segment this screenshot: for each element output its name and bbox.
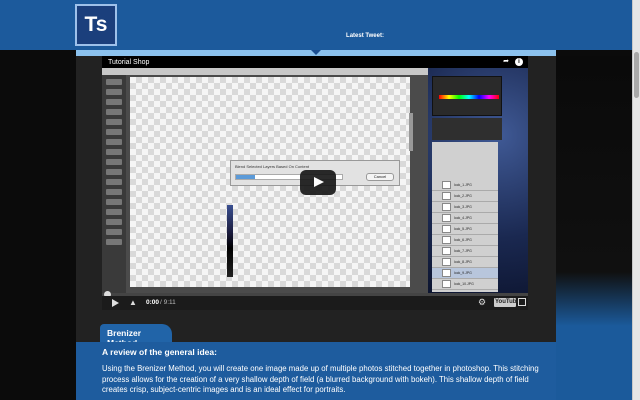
play-icon[interactable] — [300, 170, 336, 195]
page-scrollbar-thumb[interactable] — [634, 52, 639, 98]
color-spectrum — [439, 95, 499, 99]
layer-row: lock_10.JPG — [432, 279, 498, 290]
layer-row: lock_1.JPG — [432, 180, 498, 191]
layer-thumbnail — [442, 247, 451, 255]
latest-tweet-label: Latest Tweet: — [346, 33, 384, 39]
layer-thumbnail — [442, 280, 451, 288]
tool-icon — [106, 109, 122, 115]
image-strip — [227, 205, 233, 277]
layer-row: lock_8.JPG — [432, 257, 498, 268]
fullscreen-icon[interactable] — [518, 298, 526, 306]
layer-row: lock_9.JPG — [432, 268, 498, 279]
layer-name: lock_4.JPG — [454, 216, 472, 220]
video-player[interactable]: Tutorial Shop ➦ i Blend Selected Layers … — [102, 56, 528, 310]
layer-row: lock_5.JPG — [432, 224, 498, 235]
current-time: 0:00 — [146, 299, 160, 306]
layer-row: lock_2.JPG — [432, 191, 498, 202]
tool-icon — [106, 189, 122, 195]
layer-name: lock_6.JPG — [454, 238, 472, 242]
layer-row: lock_6.JPG — [432, 235, 498, 246]
tool-icon — [106, 219, 122, 225]
total-time: / 9:11 — [160, 299, 176, 306]
youtube-logo[interactable]: YouTube — [494, 298, 520, 307]
tool-icon — [106, 159, 122, 165]
layer-name: lock_9.JPG — [454, 271, 472, 275]
tool-icon — [106, 229, 122, 235]
tool-icon — [106, 179, 122, 185]
layer-thumbnail — [442, 225, 451, 233]
article-body: Using the Brenizer Method, you will crea… — [102, 364, 539, 394]
layer-thumbnail — [442, 269, 451, 277]
page-background-right-dark — [556, 56, 640, 326]
tool-icon — [106, 89, 122, 95]
tool-icon — [106, 119, 122, 125]
section-tab-brenizer: Brenizer Method — [100, 324, 172, 348]
tool-icon — [106, 239, 122, 245]
layer-row: lock_4.JPG — [432, 213, 498, 224]
tool-icon — [106, 169, 122, 175]
canvas-scrollbar — [409, 113, 413, 151]
layer-name: lock_5.JPG — [454, 227, 472, 231]
layer-thumbnail — [442, 203, 451, 211]
layer-thumbnail — [442, 192, 451, 200]
layer-name: lock_8.JPG — [454, 260, 472, 264]
dialog-progress-fill — [236, 175, 256, 179]
tool-icon — [106, 79, 122, 85]
play-icon[interactable] — [112, 299, 119, 307]
layers-panel: lock_1.JPG lock_2.JPG lock_3.JPG lock_4.JPG… — [432, 142, 498, 292]
gear-icon[interactable]: ⚙ — [478, 297, 486, 308]
video-title[interactable]: Tutorial Shop — [108, 59, 149, 66]
tool-icon — [106, 149, 122, 155]
layer-thumbnail — [442, 181, 451, 189]
tool-icon — [106, 199, 122, 205]
tweet-pointer-icon — [311, 50, 321, 55]
tool-icon — [106, 129, 122, 135]
tool-icon — [106, 99, 122, 105]
tool-icon — [106, 209, 122, 215]
layer-thumbnail — [442, 258, 451, 266]
color-panel — [432, 76, 502, 116]
layer-row: lock_3.JPG — [432, 202, 498, 213]
layer-name: lock_7.JPG — [454, 249, 472, 253]
tool-icon — [106, 139, 122, 145]
site-logo[interactable]: Ts — [75, 4, 117, 46]
layer-name: lock_3.JPG — [454, 205, 472, 209]
dialog-message: Blend Selected Layers Based On Content — [235, 164, 310, 169]
article-heading: A review of the general idea: — [102, 347, 217, 357]
layer-name: lock_1.JPG — [454, 183, 472, 187]
video-controls: ▲ 0:00 / 9:11 ⚙ YouTube — [102, 296, 528, 310]
youtube-label: YouTube — [495, 299, 520, 305]
site-header: Ts Latest Tweet: — [0, 0, 640, 50]
dialog-cancel-button: Cancel — [366, 173, 394, 181]
layer-thumbnail — [442, 214, 451, 222]
share-icon[interactable]: ➦ — [502, 58, 510, 66]
layer-thumbnail — [442, 236, 451, 244]
volume-icon[interactable]: ▲ — [129, 298, 137, 308]
logo-text: Ts — [84, 13, 108, 36]
info-icon[interactable]: i — [515, 58, 523, 66]
article-content: A review of the general idea: Using the … — [76, 342, 556, 400]
layer-row: lock_7.JPG — [432, 246, 498, 257]
photoshop-panels: lock_1.JPG lock_2.JPG lock_3.JPG lock_4.JPG… — [428, 68, 528, 293]
photoshop-toolbar — [102, 75, 126, 293]
layer-name: lock_10.JPG — [454, 282, 474, 286]
adjustments-panel — [432, 118, 502, 140]
layer-name: lock_2.JPG — [454, 194, 472, 198]
